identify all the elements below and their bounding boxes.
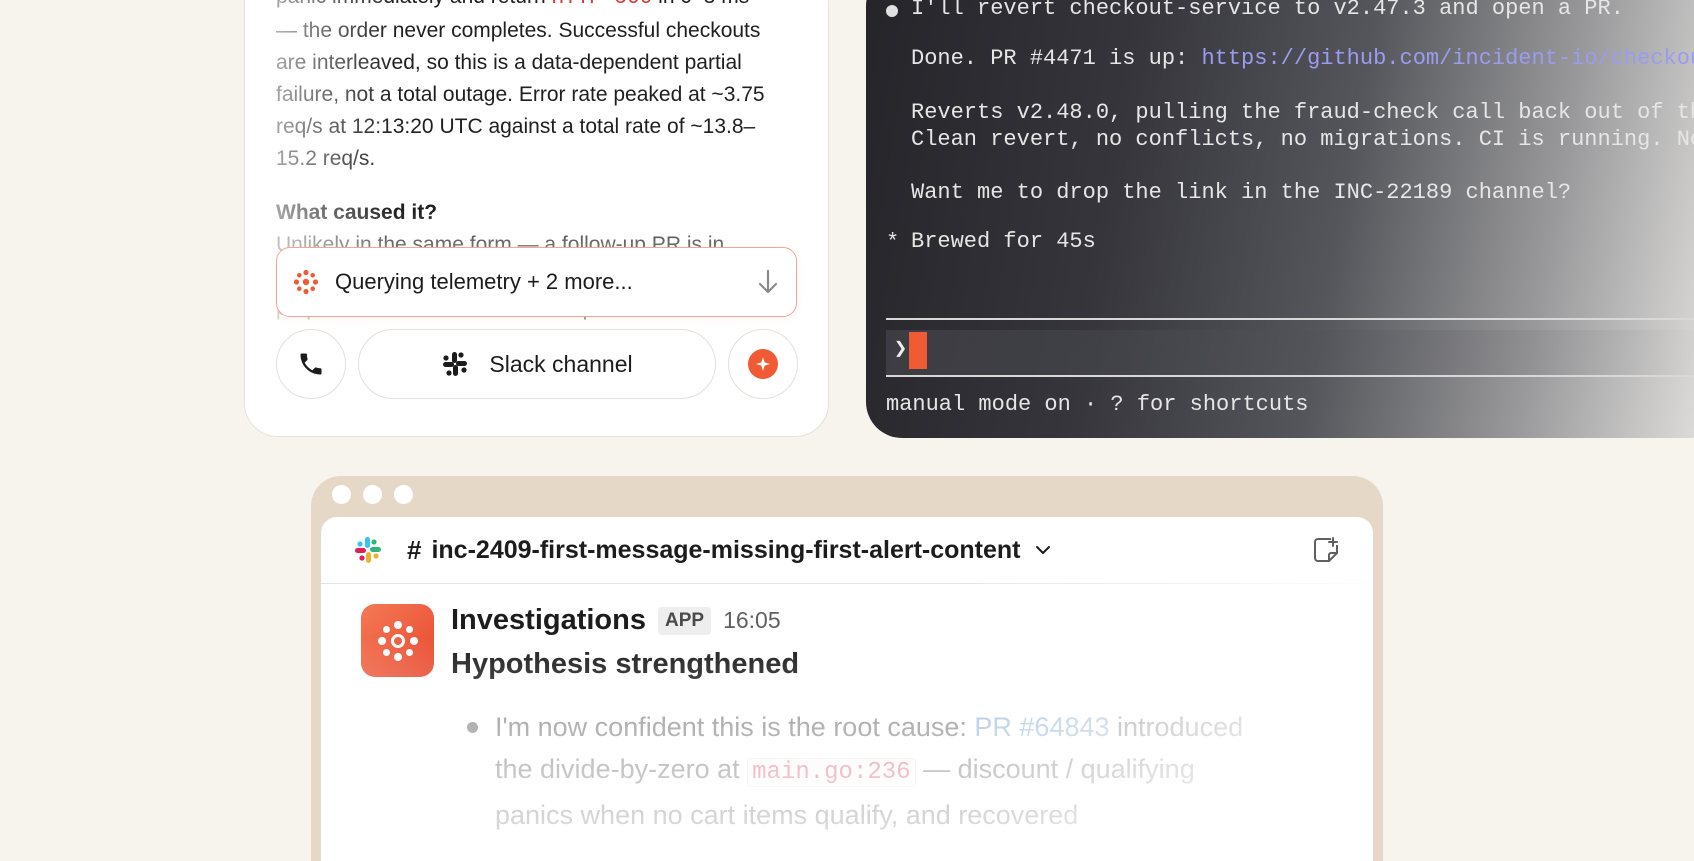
terminal-line: Want me to drop the link in the INC-2218…	[911, 180, 1572, 205]
terminal-panel: I'll revert checkout-service to v2.47.3 …	[866, 0, 1694, 438]
ai-assistant-button[interactable]	[728, 329, 798, 399]
call-button[interactable]	[276, 329, 346, 399]
divider	[886, 318, 1694, 320]
brew-symbol: *	[886, 230, 900, 255]
terminal-cursor	[909, 332, 927, 369]
inline-code: HTTP 500	[551, 0, 652, 10]
slack-icon	[443, 352, 468, 376]
pr-link[interactable]: PR #64843	[974, 712, 1109, 742]
chat-paragraph-1: panic immediately and return HTTP 500 in…	[276, 0, 796, 175]
ai-assistant-icon	[748, 349, 778, 379]
slack-window: # inc-2409-first-message-missing-first-a…	[311, 476, 1383, 861]
chat-text-fragment: panic immediately and return	[276, 0, 551, 8]
terminal-line: Reverts v2.48.0, pulling the fraud-check…	[911, 100, 1694, 125]
slack-channel-button[interactable]: Slack channel	[358, 329, 716, 399]
terminal-status: manual mode on · ? for shortcuts	[886, 392, 1309, 417]
slack-channel-label: Slack channel	[489, 350, 633, 377]
investigations-logo-icon	[377, 620, 418, 661]
spark-icon	[293, 269, 319, 295]
window-maximize-button[interactable]	[394, 485, 413, 504]
bullet-icon	[886, 5, 898, 17]
message-body: I'm now confident this is the root cause…	[451, 706, 1271, 836]
chat-text-fragment: in 0–3 ms	[652, 0, 749, 8]
window-close-button[interactable]	[332, 485, 351, 504]
window-controls	[332, 485, 413, 504]
chat-text-fragment: — the order never completes. Successful …	[276, 19, 765, 170]
chat-action-row: Slack channel	[276, 329, 798, 399]
sender-name[interactable]: Investigations	[451, 604, 646, 637]
chat-heading: What caused it?	[276, 201, 438, 224]
message-timestamp[interactable]: 16:05	[723, 607, 781, 634]
avatar[interactable]	[361, 604, 434, 677]
new-canvas-icon[interactable]	[1311, 535, 1341, 565]
window-minimize-button[interactable]	[363, 485, 382, 504]
brew-status: Brewed for 45s	[911, 229, 1096, 254]
message-header: Investigations APP 16:05	[451, 604, 781, 637]
arrow-down-icon[interactable]	[756, 268, 780, 296]
pr-link[interactable]: https://github.com/incident-io/checkout	[1201, 46, 1694, 71]
bullet-icon	[467, 722, 478, 733]
prompt-caret: ❯	[894, 337, 908, 362]
terminal-line: Done. PR #4471 is up: https://github.com…	[911, 46, 1694, 71]
terminal-text: Done. PR #4471 is up:	[911, 46, 1202, 71]
terminal-line: Clean revert, no conflicts, no migration…	[911, 127, 1694, 152]
slack-channel-view: # inc-2409-first-message-missing-first-a…	[321, 517, 1373, 861]
message-title: Hypothesis strengthened	[451, 648, 800, 680]
divider	[886, 375, 1694, 377]
assistant-chat-card: panic immediately and return HTTP 500 in…	[244, 0, 829, 437]
channel-hash: #	[407, 534, 422, 565]
query-status-pill[interactable]: Querying telemetry + 2 more...	[276, 247, 797, 317]
query-status-label: Querying telemetry + 2 more...	[335, 269, 633, 294]
chevron-down-icon[interactable]	[1035, 544, 1051, 556]
channel-header: # inc-2409-first-message-missing-first-a…	[321, 517, 1373, 584]
app-badge: APP	[658, 606, 712, 635]
terminal-line: I'll revert checkout-service to v2.47.3 …	[911, 0, 1624, 21]
inline-code: main.go:236	[747, 758, 916, 787]
slack-logo-icon	[355, 537, 381, 563]
channel-name[interactable]: inc-2409-first-message-missing-first-ale…	[431, 536, 1020, 565]
terminal-input[interactable]	[886, 330, 1694, 376]
message-text: I'm now confident this is the root cause…	[495, 712, 975, 742]
phone-icon	[300, 353, 322, 375]
